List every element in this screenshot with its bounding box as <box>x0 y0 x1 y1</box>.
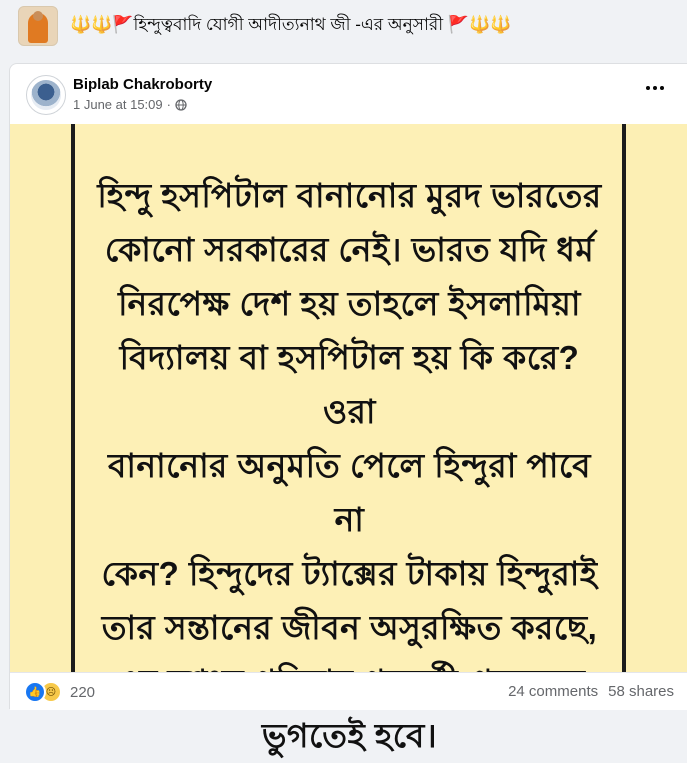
post-stats: 24 comments 58 shares <box>508 683 674 700</box>
author-avatar[interactable] <box>26 75 66 115</box>
like-icon: 👍 <box>24 681 46 703</box>
reactions-summary[interactable]: 👍 ☹ 220 <box>24 681 95 703</box>
post-footer: 👍 ☹ 220 24 comments 58 shares <box>10 672 687 710</box>
post-meta: 1 June at 15:09 · <box>73 97 187 112</box>
group-title[interactable]: 🔱🔱🚩হিন্দুত্ববাদি যোগী আদীত্যনাথ জী -এর অ… <box>70 12 511 40</box>
avatar-emblem <box>31 80 61 110</box>
group-header: 🔱🔱🚩হিন্দুত্ববাদি যোগী আদীত্যনাথ জী -এর অ… <box>0 0 687 54</box>
reaction-count: 220 <box>70 683 96 701</box>
image-text-line: নিরপেক্ষ দেশ হয় তাহলে ইসলামিয়া <box>118 285 581 322</box>
image-text-line: তার সন্তানের জীবন অসুরক্ষিত করছে, <box>101 609 598 646</box>
post-card: Biplab Chakroborty 1 June at 15:09 · হিন… <box>9 63 687 754</box>
post-image[interactable]: হিন্দু হসপিটাল বানানোর মুরদ ভারতের কোনো … <box>10 124 687 754</box>
globe-icon[interactable] <box>175 98 187 111</box>
image-text-line: হিন্দু হসপিটাল বানানোর মুরদ ভারতের <box>97 177 602 214</box>
group-thumbnail-head <box>33 11 43 21</box>
more-dot <box>653 86 657 90</box>
group-thumbnail[interactable] <box>18 6 58 46</box>
meta-separator: · <box>166 97 171 112</box>
shares-count[interactable]: 58 shares <box>608 683 674 700</box>
comments-count[interactable]: 24 comments <box>508 683 598 700</box>
image-frame: হিন্দু হসপিটাল বানানোর মুরদ ভারতের কোনো … <box>71 124 626 754</box>
more-dot <box>646 86 650 90</box>
image-text-line: কোনো সরকারের নেই। ভারত যদি ধর্ম <box>104 231 595 268</box>
image-text-line: ভুগতেই হবে। <box>261 717 438 754</box>
more-dot <box>660 86 664 90</box>
image-text-line: বিদ্যালয় বা হসপিটাল হয় কি করে? ওরা <box>119 339 580 430</box>
more-options-button[interactable] <box>643 82 667 94</box>
image-text-line: কেন? হিন্দুদের ট্যাক্সের টাকায় হিন্দুরা… <box>101 555 598 592</box>
post-timestamp[interactable]: 1 June at 15:09 <box>73 97 163 112</box>
author-name[interactable]: Biplab Chakroborty <box>73 76 212 93</box>
image-text-line: বানানোর অনুমতি পেলে হিন্দুরা পাবে না <box>107 447 592 538</box>
